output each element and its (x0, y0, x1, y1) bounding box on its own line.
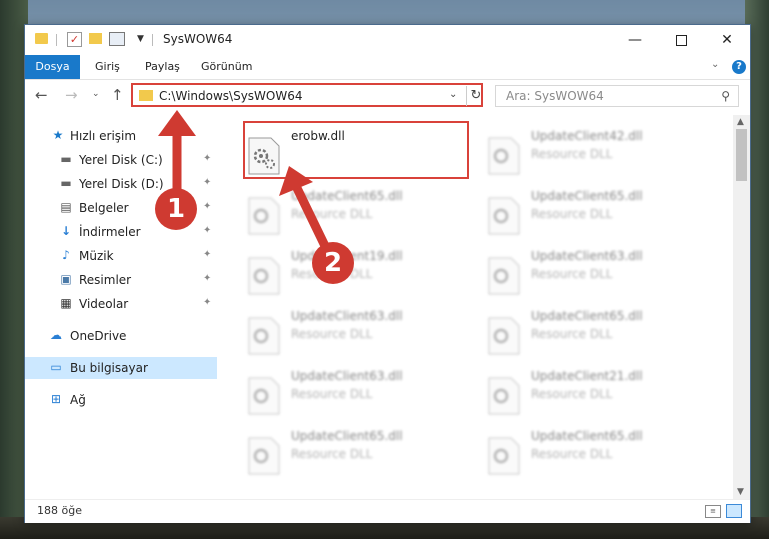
step-1-badge: 1 (155, 188, 197, 230)
arrow-to-dll-file (279, 166, 330, 248)
arrow-to-address-bar (158, 110, 196, 196)
step-2-badge: 2 (312, 242, 354, 284)
annotation-arrows (158, 110, 330, 248)
